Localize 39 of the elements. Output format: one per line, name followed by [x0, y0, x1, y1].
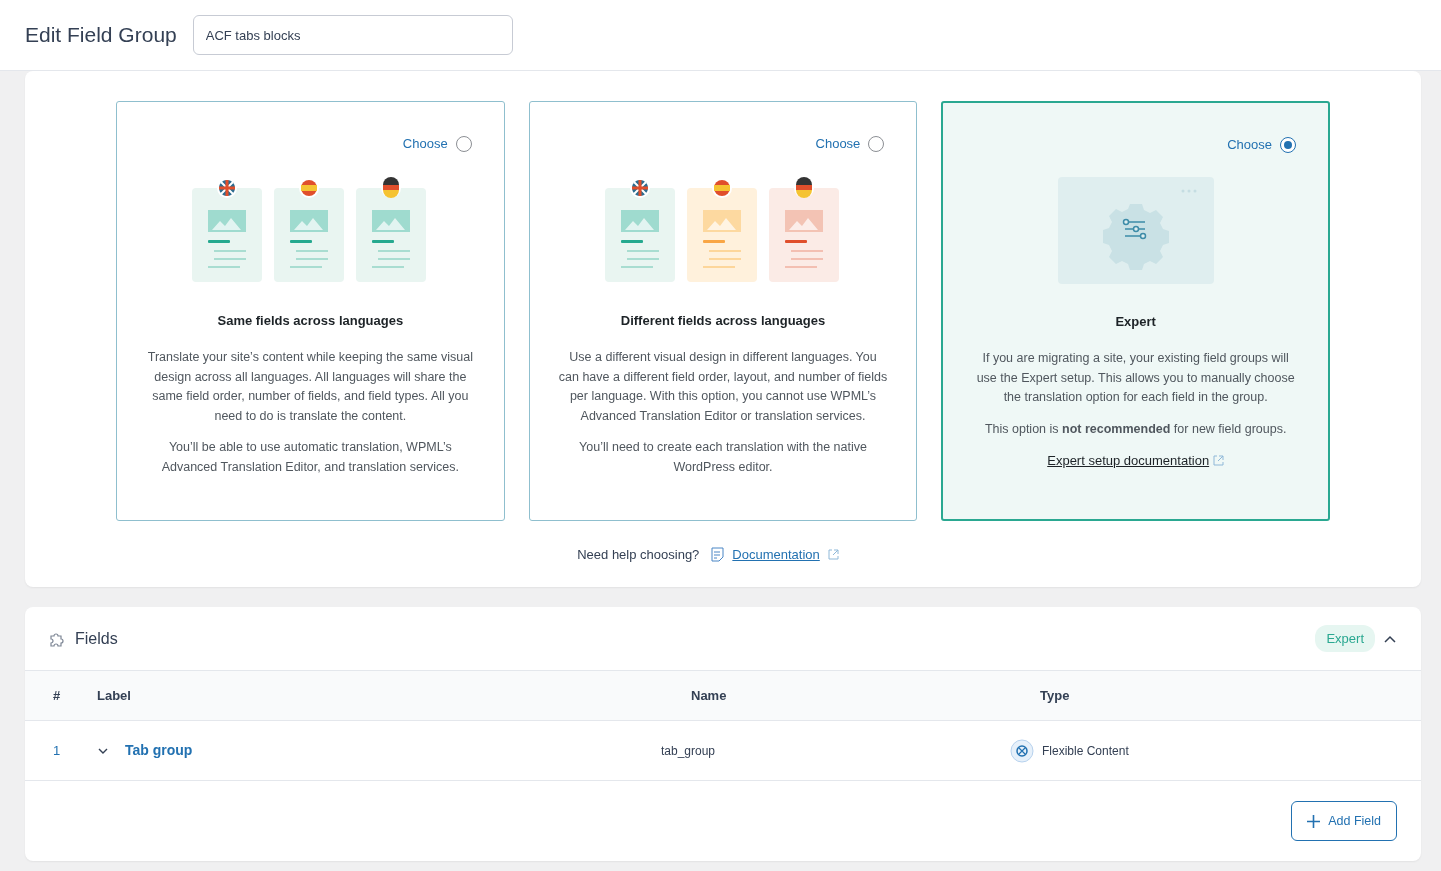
option-card[interactable]: [528, 101, 918, 521]
radio-button[interactable]: [1280, 136, 1296, 153]
option-title: Expert: [1115, 312, 1156, 331]
panel-title: Fields: [75, 628, 118, 649]
field-name: tab_group: [661, 743, 716, 758]
option-description: Translate your site’s content while keeping the same visual design across all languages. All languages will share the same field order, number of fields, and field types. All you need to do is translate the content.: [146, 349, 474, 425]
column-header: Name: [691, 687, 727, 703]
documentation-link[interactable]: Expert setup documentation: [1047, 451, 1210, 471]
add-field-button[interactable]: Add Field: [1291, 801, 1397, 841]
field-label-link[interactable]: Tab group: [125, 740, 193, 761]
option-title: Different fields across languages: [620, 311, 826, 330]
row-number: 1: [53, 742, 61, 758]
option-description: This option is not recommended for new field groups.: [984, 420, 1287, 438]
column-header: #: [53, 687, 61, 703]
option-description: Use a different visual design in different languages. You can have a different field order, layout, and number of fields per language. With this option, you cannot use WPML’s Advanced Translation Editor or translation services.: [557, 349, 889, 425]
page-title: Edit Field Group: [25, 22, 177, 48]
flexible-content-icon: [1010, 738, 1034, 763]
choose-label[interactable]: Choose: [815, 134, 861, 154]
title-input[interactable]: ACF tabs blocks: [192, 15, 513, 55]
choose-label[interactable]: Choose: [1227, 135, 1272, 155]
option-card[interactable]: [941, 101, 1330, 521]
radio-button[interactable]: [868, 135, 885, 152]
column-header: Label: [97, 687, 131, 703]
external-link-icon: [827, 549, 839, 561]
option-description: You’ll be able to use automatic translation, WPML’s Advanced Translation Editor, and translation services.: [160, 439, 461, 476]
option-description: If you are migrating a site, your existing field groups will use the Expert setup. This allows you to manually choose the translation option for each field in the group.: [975, 350, 1296, 406]
field-type: Flexible Content: [1042, 742, 1129, 760]
setup-tag: Expert: [1315, 624, 1375, 653]
help-text: Need help choosing?: [577, 546, 700, 564]
option-description: You’ll need to create each translation with the native WordPress editor.: [578, 439, 868, 476]
option-card[interactable]: [116, 101, 505, 521]
column-header: Type: [1040, 687, 1070, 703]
external-link-icon: [1213, 455, 1225, 467]
choose-label[interactable]: Choose: [402, 134, 448, 154]
document-icon: [711, 547, 725, 563]
radio-button[interactable]: [455, 135, 472, 152]
plus-icon: [1307, 814, 1321, 828]
documentation-link[interactable]: Documentation: [732, 545, 820, 565]
option-title: Same fields across languages: [217, 311, 404, 330]
